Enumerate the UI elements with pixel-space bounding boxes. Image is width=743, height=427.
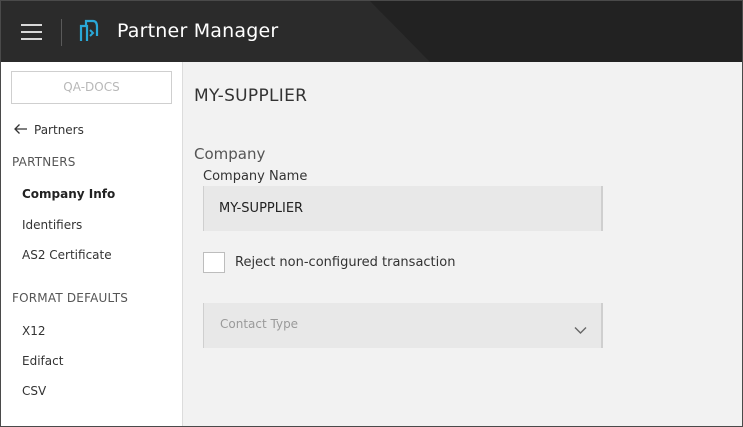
format-defaults-section-label: FORMAT DEFAULTS: [12, 291, 129, 305]
page-title: MY-SUPPLIER: [194, 86, 308, 106]
sidebar-item-as2-certificate[interactable]: AS2 Certificate: [22, 248, 112, 262]
header-divider: [61, 19, 62, 46]
company-name-input[interactable]: [204, 186, 601, 231]
company-name-label: Company Name: [203, 169, 308, 184]
app-window: Partner Manager QA-DOCS Partners PARTNER…: [0, 0, 743, 427]
company-name-field: [203, 186, 603, 231]
partner-manager-logo-icon: [78, 17, 100, 43]
main-content: MY-SUPPLIER Company Company Name Reject …: [183, 62, 742, 426]
header-accent-shape: [370, 1, 742, 62]
reject-transaction-label: Reject non-configured transaction: [235, 254, 456, 270]
partners-section-label: PARTNERS: [12, 155, 76, 169]
sidebar-item-edifact[interactable]: Edifact: [22, 354, 63, 368]
reject-transaction-checkbox[interactable]: [203, 251, 225, 273]
sidebar-item-company-info[interactable]: Company Info: [22, 187, 115, 201]
sidebar-item-x12[interactable]: X12: [22, 324, 46, 338]
back-link-label: Partners: [34, 123, 84, 137]
app-title: Partner Manager: [117, 20, 279, 42]
hamburger-menu-icon[interactable]: [21, 21, 43, 40]
contact-type-select[interactable]: Contact Type: [203, 303, 603, 348]
chevron-down-icon: [574, 320, 587, 334]
sidebar: QA-DOCS Partners PARTNERS Company Info I…: [1, 62, 183, 426]
arrow-left-icon: [13, 123, 28, 138]
sidebar-item-identifiers[interactable]: Identifiers: [22, 218, 82, 232]
contact-type-placeholder: Contact Type: [220, 317, 299, 331]
company-section-title: Company: [194, 145, 266, 163]
org-selector[interactable]: QA-DOCS: [11, 71, 172, 104]
sidebar-item-csv[interactable]: CSV: [22, 384, 46, 398]
reject-transaction-option[interactable]: Reject non-configured transaction: [203, 251, 455, 273]
back-to-partners-link[interactable]: Partners: [13, 121, 84, 139]
top-bar: Partner Manager: [1, 1, 742, 62]
